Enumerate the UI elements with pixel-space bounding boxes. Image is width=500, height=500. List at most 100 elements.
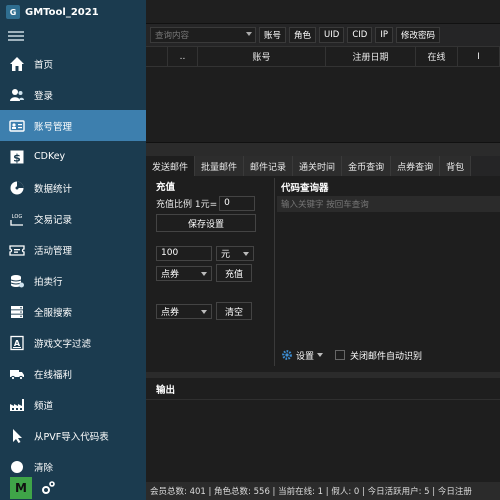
status-bar: 会员总数: 401 | 角色总数: 556 | 当前在线: 1 | 假人: 0 … bbox=[146, 482, 500, 500]
sidebar-item-login[interactable]: 登录 bbox=[0, 79, 146, 110]
sidebar: G GMTool_2021 首页 登录 账号管理 $ CDKey 数据统计 LO… bbox=[0, 0, 146, 500]
svg-text:A: A bbox=[14, 339, 21, 348]
sidebar-item-label: 从PVF导入代码表 bbox=[34, 431, 109, 443]
sidebar-item-label: 拍卖行 bbox=[34, 276, 63, 288]
search-account-button[interactable]: 账号 bbox=[259, 27, 287, 43]
account-table[interactable]: .. 账号 注册日期 在线 I bbox=[146, 46, 500, 142]
truck-icon bbox=[8, 365, 26, 383]
m-button[interactable]: M bbox=[10, 477, 32, 499]
server-icon bbox=[8, 303, 26, 321]
sidebar-item-server-search[interactable]: 全服搜索 bbox=[0, 296, 146, 327]
sidebar-item-label: 频道 bbox=[34, 400, 54, 412]
clear-currency-select[interactable]: 点券 bbox=[156, 303, 212, 319]
svg-text:$: $ bbox=[13, 151, 21, 164]
code-query-panel: 代码查询器 输入关键字 按回车查询 bbox=[274, 178, 500, 344]
dollar-icon: $ bbox=[8, 148, 26, 166]
sidebar-item-statistics[interactable]: 数据统计 bbox=[0, 172, 146, 203]
gear-icon bbox=[42, 481, 55, 494]
sidebar-item-events[interactable]: 活动管理 bbox=[0, 234, 146, 265]
cursor-icon bbox=[8, 427, 26, 445]
sidebar-item-label: 清除 bbox=[34, 462, 54, 474]
tab-batch-mail[interactable]: 批量邮件 bbox=[195, 156, 245, 176]
text-filter-icon: A bbox=[8, 334, 26, 352]
currency-select[interactable]: 点券 bbox=[156, 265, 212, 281]
chevron-down-icon bbox=[201, 309, 207, 314]
sidebar-item-home[interactable]: 首页 bbox=[0, 48, 146, 79]
recharge-button[interactable]: 充值 bbox=[216, 264, 252, 282]
tab-clear-time[interactable]: 通关时间 bbox=[293, 156, 343, 176]
function-tabs: 发送邮件 批量邮件 邮件记录 通关时间 金币查询 点券查询 背包 bbox=[146, 156, 500, 176]
users-icon bbox=[8, 86, 26, 104]
tab-send-mail[interactable]: 发送邮件 bbox=[146, 156, 196, 176]
recharge-ratio-field[interactable]: 0 bbox=[219, 195, 256, 211]
recharge-title: 充值 bbox=[156, 182, 176, 193]
search-ip-button[interactable]: IP bbox=[375, 27, 393, 43]
sidebar-item-label: 首页 bbox=[34, 59, 54, 71]
unit-select[interactable]: 元 bbox=[216, 245, 254, 261]
column-header-online[interactable]: 在线 bbox=[416, 47, 458, 66]
output-log-area[interactable] bbox=[146, 400, 500, 482]
app-title: GMTool_2021 bbox=[25, 6, 99, 18]
column-header-register-date[interactable]: 注册日期 bbox=[326, 47, 416, 66]
clear-icon bbox=[8, 458, 26, 476]
tab-gold-query[interactable]: 金币查询 bbox=[342, 156, 392, 176]
settings-label: 设置 bbox=[296, 351, 315, 362]
sidebar-item-text-filter[interactable]: A 游戏文字过滤 bbox=[0, 327, 146, 358]
search-placeholder: 查询内容 bbox=[155, 31, 190, 41]
sidebar-item-channel[interactable]: 频道 bbox=[0, 389, 146, 420]
unit-select-value: 元 bbox=[221, 249, 231, 260]
chevron-down-icon bbox=[201, 271, 207, 276]
sidebar-item-label: 活动管理 bbox=[34, 245, 73, 257]
home-icon bbox=[8, 55, 26, 73]
recharge-panel: 充值 充值比例 1元= 0 保存设置 100 元 点券 充值 点券 清空 bbox=[150, 178, 270, 344]
log-icon: LOG bbox=[8, 210, 26, 228]
search-toolbar: 查询内容 账号 角色 UID CID IP 修改密码 bbox=[146, 24, 500, 46]
checkbox-box bbox=[335, 350, 346, 360]
save-settings-button[interactable]: 保存设置 bbox=[156, 214, 256, 232]
search-cid-button[interactable]: CID bbox=[347, 27, 373, 43]
sidebar-item-label: 游戏文字过滤 bbox=[34, 338, 92, 350]
disable-auto-recognition-checkbox[interactable]: 关闭邮件自动识别 bbox=[335, 349, 422, 362]
column-header-i[interactable]: I bbox=[458, 47, 500, 66]
sidebar-item-online-benefits[interactable]: 在线福利 bbox=[0, 358, 146, 389]
column-header-checkbox[interactable] bbox=[146, 47, 168, 66]
svg-text:LOG: LOG bbox=[12, 214, 23, 220]
code-search-placeholder: 输入关键字 按回车查询 bbox=[281, 200, 369, 210]
clear-button[interactable]: 清空 bbox=[216, 302, 252, 320]
sidebar-item-import-pvf[interactable]: 从PVF导入代码表 bbox=[0, 420, 146, 451]
tab-mail-log[interactable]: 邮件记录 bbox=[244, 156, 294, 176]
change-password-button[interactable]: 修改密码 bbox=[395, 27, 440, 43]
recharge-amount-field[interactable]: 100 bbox=[156, 245, 212, 261]
settings-gear-button[interactable] bbox=[38, 478, 58, 498]
sidebar-item-account-management[interactable]: 账号管理 bbox=[0, 110, 146, 141]
settings-dropdown-button[interactable]: 设置 bbox=[281, 349, 324, 362]
search-uid-button[interactable]: UID bbox=[319, 27, 345, 43]
code-search-input[interactable]: 输入关键字 按回车查询 bbox=[277, 196, 500, 212]
search-input[interactable]: 查询内容 bbox=[150, 27, 256, 43]
code-query-title: 代码查询器 bbox=[281, 183, 329, 194]
sidebar-item-label: 交易记录 bbox=[34, 214, 73, 226]
app-logo-icon: G bbox=[6, 5, 20, 19]
output-title: 输出 bbox=[146, 378, 500, 400]
status-text: 会员总数: 401 | 角色总数: 556 | 当前在线: 1 | 假人: 0 … bbox=[150, 487, 472, 497]
sidebar-footer: M bbox=[0, 476, 146, 500]
sidebar-item-auction[interactable]: 拍卖行 bbox=[0, 265, 146, 296]
column-header-account[interactable]: 账号 bbox=[198, 47, 326, 66]
table-header: .. 账号 注册日期 在线 I bbox=[146, 47, 500, 67]
search-role-button[interactable]: 角色 bbox=[289, 27, 317, 43]
menu-toggle-button[interactable] bbox=[0, 24, 146, 48]
tab-inventory[interactable]: 背包 bbox=[440, 156, 472, 176]
id-card-icon bbox=[8, 117, 26, 135]
code-result-list[interactable] bbox=[275, 214, 500, 342]
factory-icon bbox=[8, 396, 26, 414]
sidebar-item-cdkey[interactable]: $ CDKey bbox=[0, 141, 146, 172]
table-bottom-bar bbox=[146, 142, 500, 156]
recharge-ratio-label: 充值比例 1元= bbox=[156, 199, 218, 210]
sidebar-item-label: 在线福利 bbox=[34, 369, 73, 381]
chevron-down-icon bbox=[243, 251, 249, 256]
sidebar-item-label: 账号管理 bbox=[34, 121, 73, 133]
sidebar-item-trade-log[interactable]: LOG 交易记录 bbox=[0, 203, 146, 234]
hamburger-icon bbox=[8, 31, 24, 41]
column-header-dots[interactable]: .. bbox=[168, 47, 198, 66]
tab-point-query[interactable]: 点券查询 bbox=[391, 156, 441, 176]
